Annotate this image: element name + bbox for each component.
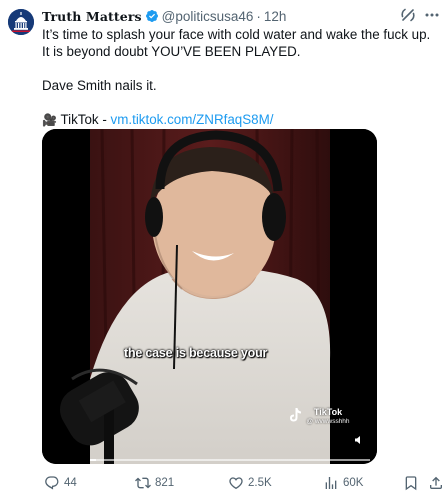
like-count: 2.5K xyxy=(248,477,272,489)
reply-count: 44 xyxy=(64,477,77,489)
repost-button[interactable]: 821 xyxy=(135,475,174,491)
avatar[interactable] xyxy=(8,9,34,35)
video-progress-fill xyxy=(90,459,96,461)
tweet-source-line: 🎥 TikTok - vm.tiktok.com/ZNRfaqS8M/ xyxy=(42,111,437,129)
verified-badge-icon[interactable] xyxy=(145,9,159,23)
video-progress-bar[interactable] xyxy=(90,459,370,461)
tweet-text-line: Dave Smith nails it. xyxy=(42,78,157,93)
like-button[interactable]: 2.5K xyxy=(228,475,272,491)
views-count: 60K xyxy=(343,477,364,489)
repost-count: 821 xyxy=(155,477,175,489)
tweet-header: Truth Matters @politicsusa46 · 12h xyxy=(42,7,286,25)
repost-icon xyxy=(135,477,151,489)
movie-camera-icon: 🎥 xyxy=(42,113,57,127)
grok-icon[interactable] xyxy=(400,7,416,28)
share-button[interactable] xyxy=(428,475,447,491)
tiktok-link[interactable]: vm.tiktok.com/ZNRfaqS8M/ xyxy=(111,112,274,127)
heart-icon xyxy=(229,477,243,490)
more-options-icon[interactable] xyxy=(424,8,440,27)
reply-icon xyxy=(45,476,59,490)
source-label: TikTok - xyxy=(60,112,111,127)
tiktok-watermark-user: @ wvwwsshhh xyxy=(306,418,350,425)
video-caption: the case is because your xyxy=(124,346,268,360)
author-handle[interactable]: @politicsusa46 xyxy=(162,9,254,24)
bookmark-button[interactable] xyxy=(403,475,423,491)
video-player[interactable]: the case is because your TikTok @ wvwwss… xyxy=(42,129,377,464)
bookmark-icon xyxy=(405,476,417,491)
tweet-timestamp[interactable]: 12h xyxy=(264,9,287,24)
tweet-text: It’s time to splash your face with cold … xyxy=(42,26,437,129)
author-display-name[interactable]: Truth Matters xyxy=(42,9,142,24)
tweet-actions: 44 821 2.5K 60K xyxy=(0,475,447,493)
separator-dot: · xyxy=(256,8,261,24)
reply-button[interactable]: 44 xyxy=(44,475,77,491)
analytics-icon xyxy=(325,477,337,489)
tiktok-watermark: TikTok @ wvwwsshhh xyxy=(288,407,368,425)
capitol-logo-icon xyxy=(8,9,34,35)
tweet-card[interactable]: Truth Matters @politicsusa46 · 12h It’s … xyxy=(0,0,447,502)
share-icon xyxy=(430,476,442,489)
tweet-text-line: It’s time to splash your face with cold … xyxy=(42,27,431,59)
views-button[interactable]: 60K xyxy=(323,475,363,491)
